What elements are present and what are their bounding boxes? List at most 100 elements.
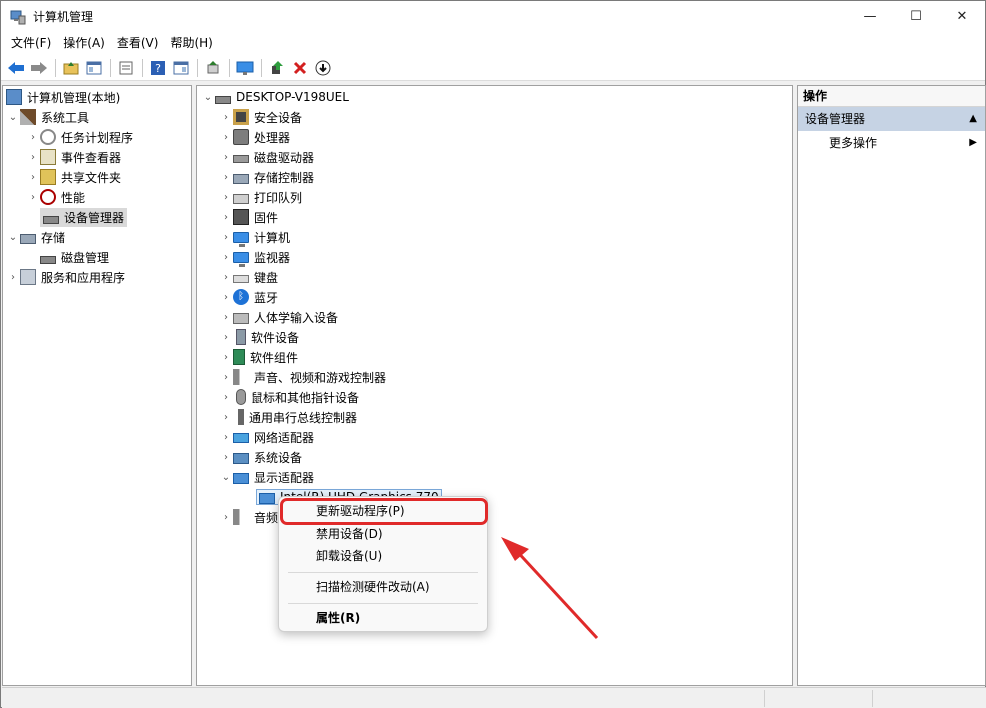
device-category[interactable]: › 处理器	[219, 127, 290, 147]
chevron-right-icon[interactable]: ›	[219, 287, 233, 307]
tree-item-event-viewer[interactable]: › 事件查看器	[26, 147, 121, 167]
device-category[interactable]: › 音频	[219, 507, 278, 527]
software-device-icon	[236, 329, 246, 345]
actions-section-device-manager[interactable]: 设备管理器 ▲	[798, 107, 985, 131]
uninstall-x-icon[interactable]	[289, 57, 311, 79]
show-hide-tree-icon[interactable]	[83, 57, 105, 79]
chevron-down-icon[interactable]: ⌄	[219, 467, 233, 487]
chevron-right-icon[interactable]: ›	[219, 407, 233, 427]
help-icon[interactable]: ?	[147, 57, 169, 79]
device-category[interactable]: › 键盘	[219, 267, 278, 287]
device-category[interactable]: › 安全设备	[219, 107, 302, 127]
chevron-right-icon[interactable]: ›	[26, 187, 40, 207]
maximize-button[interactable]: ☐	[893, 1, 939, 32]
close-button[interactable]: ✕	[939, 1, 985, 32]
title-bar[interactable]: 计算机管理 — ☐ ✕	[1, 1, 985, 32]
tree-item-shared-folders[interactable]: › 共享文件夹	[26, 167, 121, 187]
tree-item-device-manager[interactable]: 设备管理器	[40, 207, 128, 227]
device-category[interactable]: › 磁盘驱动器	[219, 147, 314, 167]
chevron-right-icon[interactable]: ›	[219, 367, 233, 387]
menu-view[interactable]: 查看(V)	[111, 32, 165, 55]
back-arrow-icon[interactable]	[5, 57, 27, 79]
show-action-pane-icon[interactable]	[170, 57, 192, 79]
chevron-right-icon[interactable]: ›	[219, 187, 233, 207]
device-category[interactable]: › 人体学输入设备	[219, 307, 338, 327]
tree-item-task-scheduler[interactable]: › 任务计划程序	[26, 127, 133, 147]
usb-icon	[238, 409, 244, 425]
chevron-right-icon[interactable]: ›	[219, 327, 233, 347]
tree-item-services-and-applications[interactable]: › 服务和应用程序	[6, 267, 125, 287]
device-category[interactable]: › 打印队列	[219, 187, 302, 207]
device-tree-root[interactable]: ⌄ DESKTOP-V198UEL	[201, 87, 349, 107]
speaker-icon	[233, 509, 249, 525]
chevron-right-icon[interactable]: ›	[219, 387, 233, 407]
chevron-right-icon[interactable]: ›	[26, 167, 40, 187]
device-category[interactable]: › 声音、视频和游戏控制器	[219, 367, 386, 387]
tree-root-computer-management[interactable]: 计算机管理(本地)	[6, 87, 120, 107]
chevron-right-icon[interactable]: ›	[219, 127, 233, 147]
chevron-down-icon[interactable]: ⌄	[201, 87, 215, 107]
chevron-down-icon[interactable]: ⌄	[6, 107, 20, 127]
menu-help[interactable]: 帮助(H)	[164, 32, 218, 55]
device-category[interactable]: › 软件组件	[219, 347, 298, 367]
forward-arrow-icon[interactable]	[28, 57, 50, 79]
menu-bar: 文件(F) 操作(A) 查看(V) 帮助(H)	[1, 32, 985, 55]
device-category[interactable]: › 监视器	[219, 247, 290, 267]
download-icon[interactable]	[312, 57, 334, 79]
menu-uninstall-device[interactable]: 卸载设备(U)	[279, 545, 487, 567]
device-category-display-adapters[interactable]: ⌄ 显示适配器	[219, 467, 314, 487]
minimize-button[interactable]: —	[847, 1, 893, 32]
menu-scan-hardware-changes[interactable]: 扫描检测硬件改动(A)	[279, 576, 487, 598]
tree-item-performance[interactable]: › 性能	[26, 187, 85, 207]
chevron-right-icon[interactable]: ›	[26, 147, 40, 167]
performance-icon	[40, 189, 56, 205]
device-category[interactable]: › 鼠标和其他指针设备	[219, 387, 359, 407]
monitor-icon[interactable]	[234, 57, 256, 79]
device-category[interactable]: › 通用串行总线控制器	[219, 407, 357, 427]
chevron-right-icon[interactable]: ›	[219, 247, 233, 267]
device-category[interactable]: › 软件设备	[219, 327, 299, 347]
device-category[interactable]: › 系统设备	[219, 447, 302, 467]
menu-separator	[288, 572, 478, 573]
chevron-right-icon[interactable]: ›	[219, 207, 233, 227]
chevron-right-icon[interactable]: ›	[219, 227, 233, 247]
chevron-right-icon[interactable]: ›	[219, 447, 233, 467]
menu-disable-device[interactable]: 禁用设备(D)	[279, 523, 487, 545]
navigation-tree-pane[interactable]: 计算机管理(本地) ⌄ 系统工具 › 任务计划程序 › 事件查看器 › 共享文件…	[2, 85, 192, 686]
chevron-right-icon[interactable]: ›	[6, 267, 20, 287]
device-category[interactable]: › 存储控制器	[219, 167, 314, 187]
chevron-right-icon[interactable]: ›	[26, 127, 40, 147]
collapse-triangle-icon[interactable]: ▲	[969, 107, 977, 131]
menu-file[interactable]: 文件(F)	[5, 32, 57, 55]
tree-item-storage[interactable]: ⌄ 存储	[6, 227, 65, 247]
chevron-right-icon[interactable]: ›	[219, 167, 233, 187]
status-bar	[2, 687, 986, 708]
device-category[interactable]: › ᛒ 蓝牙	[219, 287, 278, 307]
update-driver-icon[interactable]	[266, 57, 288, 79]
chevron-right-icon[interactable]: ›	[219, 427, 233, 447]
chevron-down-icon[interactable]: ⌄	[6, 227, 20, 247]
chevron-right-icon[interactable]: ›	[219, 107, 233, 127]
device-category[interactable]: › 固件	[219, 207, 278, 227]
export-icon[interactable]	[202, 57, 224, 79]
tree-item-disk-management[interactable]: 磁盘管理	[40, 247, 109, 267]
chevron-right-icon[interactable]: ›	[219, 267, 233, 287]
submenu-arrow-icon: ▶	[969, 137, 977, 148]
device-category[interactable]: › 计算机	[219, 227, 290, 247]
toolbar: ?	[1, 55, 985, 81]
properties-icon[interactable]	[115, 57, 137, 79]
status-divider	[764, 690, 765, 707]
chevron-right-icon[interactable]: ›	[219, 507, 233, 527]
menu-properties[interactable]: 属性(R)	[279, 607, 487, 629]
up-folder-icon[interactable]	[60, 57, 82, 79]
chevron-right-icon[interactable]: ›	[219, 147, 233, 167]
storage-icon	[20, 233, 36, 244]
chevron-right-icon[interactable]: ›	[219, 307, 233, 327]
event-log-icon	[40, 149, 56, 165]
chevron-right-icon[interactable]: ›	[219, 347, 233, 367]
computer-management-window: 计算机管理 — ☐ ✕ 文件(F) 操作(A) 查看(V) 帮助(H) ? 计算…	[0, 0, 986, 708]
device-category[interactable]: › 网络适配器	[219, 427, 314, 447]
tree-item-system-tools[interactable]: ⌄ 系统工具	[6, 107, 89, 127]
menu-action[interactable]: 操作(A)	[57, 32, 111, 55]
more-actions-item[interactable]: 更多操作 ▶	[798, 131, 985, 155]
